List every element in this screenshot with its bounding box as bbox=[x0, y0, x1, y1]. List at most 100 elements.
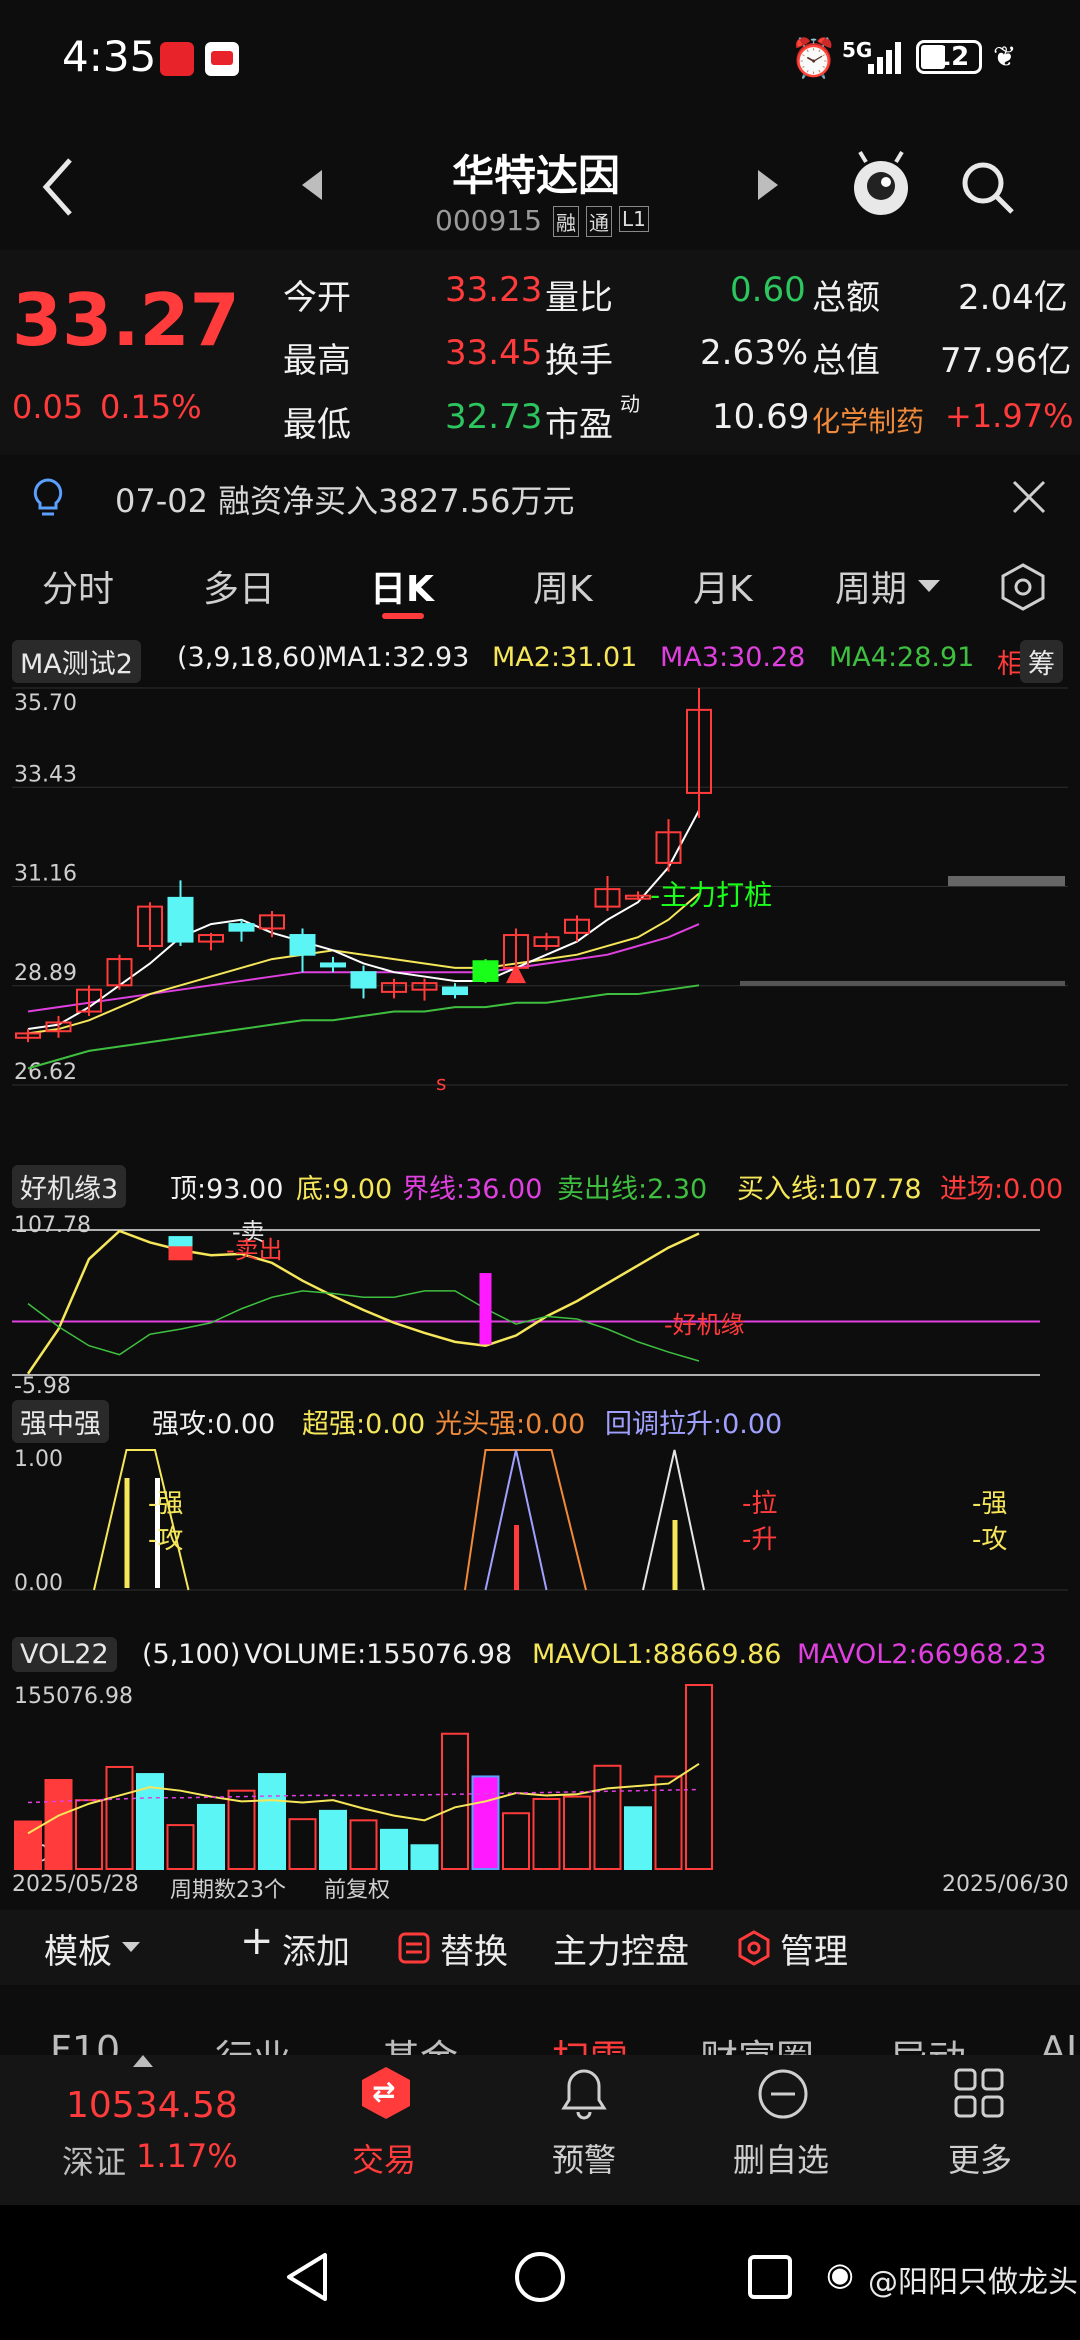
settings-hexagon-icon[interactable] bbox=[998, 562, 1048, 612]
haoji-indicator-selector[interactable]: 好机缘3 bbox=[12, 1165, 127, 1208]
volume-bar bbox=[75, 1799, 103, 1870]
add-button[interactable]: 添加 bbox=[282, 1924, 350, 1973]
support-band bbox=[948, 876, 1065, 887]
remove-watchlist-label[interactable]: 删自选 bbox=[733, 2135, 829, 2181]
index-value[interactable]: 10534.58 bbox=[66, 2085, 238, 2126]
robot-assistant-icon[interactable] bbox=[848, 148, 914, 222]
replace-button[interactable]: 替换 bbox=[440, 1924, 508, 1973]
chip-calc-button[interactable]: 筹 bbox=[1020, 640, 1063, 683]
haoji-buy: 买入线:107.78 bbox=[737, 1174, 922, 1205]
haoji-chart: 107.78-5.98-卖-卖出-好机缘 bbox=[12, 1213, 1040, 1395]
template-button[interactable]: 模板 bbox=[44, 1924, 112, 1973]
back-icon[interactable] bbox=[40, 152, 80, 222]
volume-bar bbox=[441, 1732, 469, 1870]
close-icon[interactable] bbox=[1010, 478, 1048, 516]
tab-daily-k[interactable]: 日K bbox=[370, 560, 434, 612]
good-chance-bar bbox=[479, 1273, 492, 1345]
alert-label[interactable]: 预警 bbox=[552, 2135, 616, 2181]
next-stock-icon[interactable] bbox=[756, 168, 780, 202]
attack-label: -攻 bbox=[148, 1525, 183, 1555]
haoji-sell: 卖出线:2.30 bbox=[557, 1174, 708, 1205]
signal-icon bbox=[868, 38, 904, 74]
more-grid-icon[interactable] bbox=[953, 2067, 1005, 2119]
ma-indicator-header: MA测试2 (3,9,18,60) MA1:32.93 MA2:31.01 MA… bbox=[12, 640, 1072, 683]
stock-name: 华特达因 bbox=[452, 151, 621, 200]
vol-mavol1: MAVOL1:88669.86 bbox=[532, 1639, 782, 1670]
haoji-top: 顶:93.00 bbox=[170, 1174, 284, 1205]
date-end: 2025/06/30 bbox=[942, 1872, 1069, 1897]
candle-body bbox=[228, 923, 255, 932]
haoji-enter: 进场:0.00 bbox=[940, 1174, 1064, 1205]
nav-home-icon[interactable] bbox=[512, 2249, 568, 2305]
tab-weekly-k[interactable]: 周K bbox=[533, 560, 593, 612]
turnover-value: 2.63% bbox=[700, 333, 809, 373]
vol-indicator-selector[interactable]: VOL22 bbox=[12, 1637, 117, 1672]
price-change: 0.05 bbox=[12, 388, 84, 426]
attack-label: -攻 bbox=[972, 1525, 1007, 1555]
pullback-bar bbox=[514, 1525, 519, 1590]
stock-header: 华特达因 000915 融 通 L1 bbox=[0, 130, 1080, 250]
high-value: 33.45 bbox=[445, 333, 543, 373]
nav-recents-icon[interactable] bbox=[746, 2253, 794, 2301]
volume-bar bbox=[471, 1775, 500, 1870]
s-mark: s bbox=[436, 1071, 446, 1095]
candle-body bbox=[442, 986, 468, 996]
prev-stock-icon[interactable] bbox=[300, 168, 324, 202]
remove-watchlist-icon[interactable] bbox=[756, 2067, 810, 2121]
period-tabs: 分时 多日 日K 周K 月K 周期 bbox=[0, 540, 1080, 630]
amount-label: 总额 bbox=[812, 278, 880, 318]
haoji-bottom: 底:9.00 bbox=[296, 1174, 393, 1205]
y-tick-label: 35.70 bbox=[14, 691, 77, 716]
tab-monthly-k[interactable]: 月K bbox=[693, 560, 753, 612]
watermark: @阳阳只做龙头 bbox=[868, 2265, 1078, 2300]
more-label[interactable]: 更多 bbox=[948, 2135, 1012, 2181]
vol-params: (5,100) bbox=[142, 1639, 241, 1670]
chevron-down-icon bbox=[918, 580, 940, 592]
volume-bar bbox=[380, 1828, 408, 1870]
badge-tong: 通 bbox=[586, 206, 612, 237]
last-price: 33.27 bbox=[12, 278, 240, 362]
tab-period[interactable]: 周期 bbox=[835, 560, 907, 612]
volume-bar bbox=[197, 1803, 225, 1870]
badge-level: L1 bbox=[619, 206, 649, 232]
bell-icon[interactable] bbox=[558, 2067, 610, 2121]
ma4-value: MA4:28.91 bbox=[829, 642, 975, 673]
trade-label[interactable]: 交易 bbox=[352, 2135, 416, 2181]
adjust-mode[interactable]: 前复权 bbox=[324, 1872, 390, 1904]
alarm-icon: ⏰ bbox=[790, 36, 838, 80]
chevron-down-icon bbox=[122, 1942, 140, 1952]
main-control-button[interactable]: 主力控盘 bbox=[553, 1924, 689, 1973]
low-value: 32.73 bbox=[445, 397, 543, 437]
ma-indicator-selector[interactable]: MA测试2 bbox=[12, 640, 141, 683]
plus-icon[interactable]: + bbox=[240, 1918, 274, 1964]
tab-intraday[interactable]: 分时 bbox=[42, 560, 114, 612]
qzq-indicator-selector[interactable]: 强中强 bbox=[12, 1400, 109, 1443]
volume-bar bbox=[227, 1789, 256, 1870]
sector-link[interactable]: 化学制药 bbox=[812, 400, 924, 440]
tab-multi-day[interactable]: 多日 bbox=[203, 560, 275, 612]
signal-trapezoid bbox=[93, 1449, 190, 1591]
chart-toolbar: 模板 + 添加 替换 主力控盘 管理 bbox=[0, 1910, 1080, 1985]
index-pct: 1.17% bbox=[136, 2137, 238, 2175]
candlestick-chart[interactable]: 35.7033.4331.1628.8926.62-主力打桩s bbox=[0, 680, 1080, 1155]
open-value: 33.23 bbox=[445, 270, 543, 310]
rise-label: -升 bbox=[742, 1525, 777, 1555]
pull-label: -拉 bbox=[742, 1489, 777, 1519]
candle-body bbox=[167, 896, 194, 943]
volume-bar bbox=[685, 1684, 713, 1870]
low-label: 最低 bbox=[283, 405, 351, 445]
y-tick-label: 0.00 bbox=[14, 1571, 63, 1596]
volume-bar bbox=[593, 1764, 622, 1870]
manage-button[interactable]: 管理 bbox=[780, 1924, 848, 1973]
search-icon[interactable] bbox=[958, 158, 1018, 218]
volume-bar bbox=[319, 1809, 347, 1870]
nav-back-icon[interactable] bbox=[283, 2251, 331, 2303]
notice-bar[interactable]: 07-02 融资净买入3827.56万元 bbox=[0, 460, 1080, 535]
volume-bar bbox=[166, 1824, 195, 1871]
y-tick-label: 155076.98 bbox=[14, 1684, 133, 1709]
trade-icon[interactable]: ⇄ bbox=[362, 2067, 410, 2119]
lightbulb-icon bbox=[33, 478, 63, 516]
candle-body bbox=[472, 960, 499, 982]
strong-label: -强 bbox=[972, 1489, 1007, 1519]
cap-label: 总值 bbox=[812, 341, 880, 381]
